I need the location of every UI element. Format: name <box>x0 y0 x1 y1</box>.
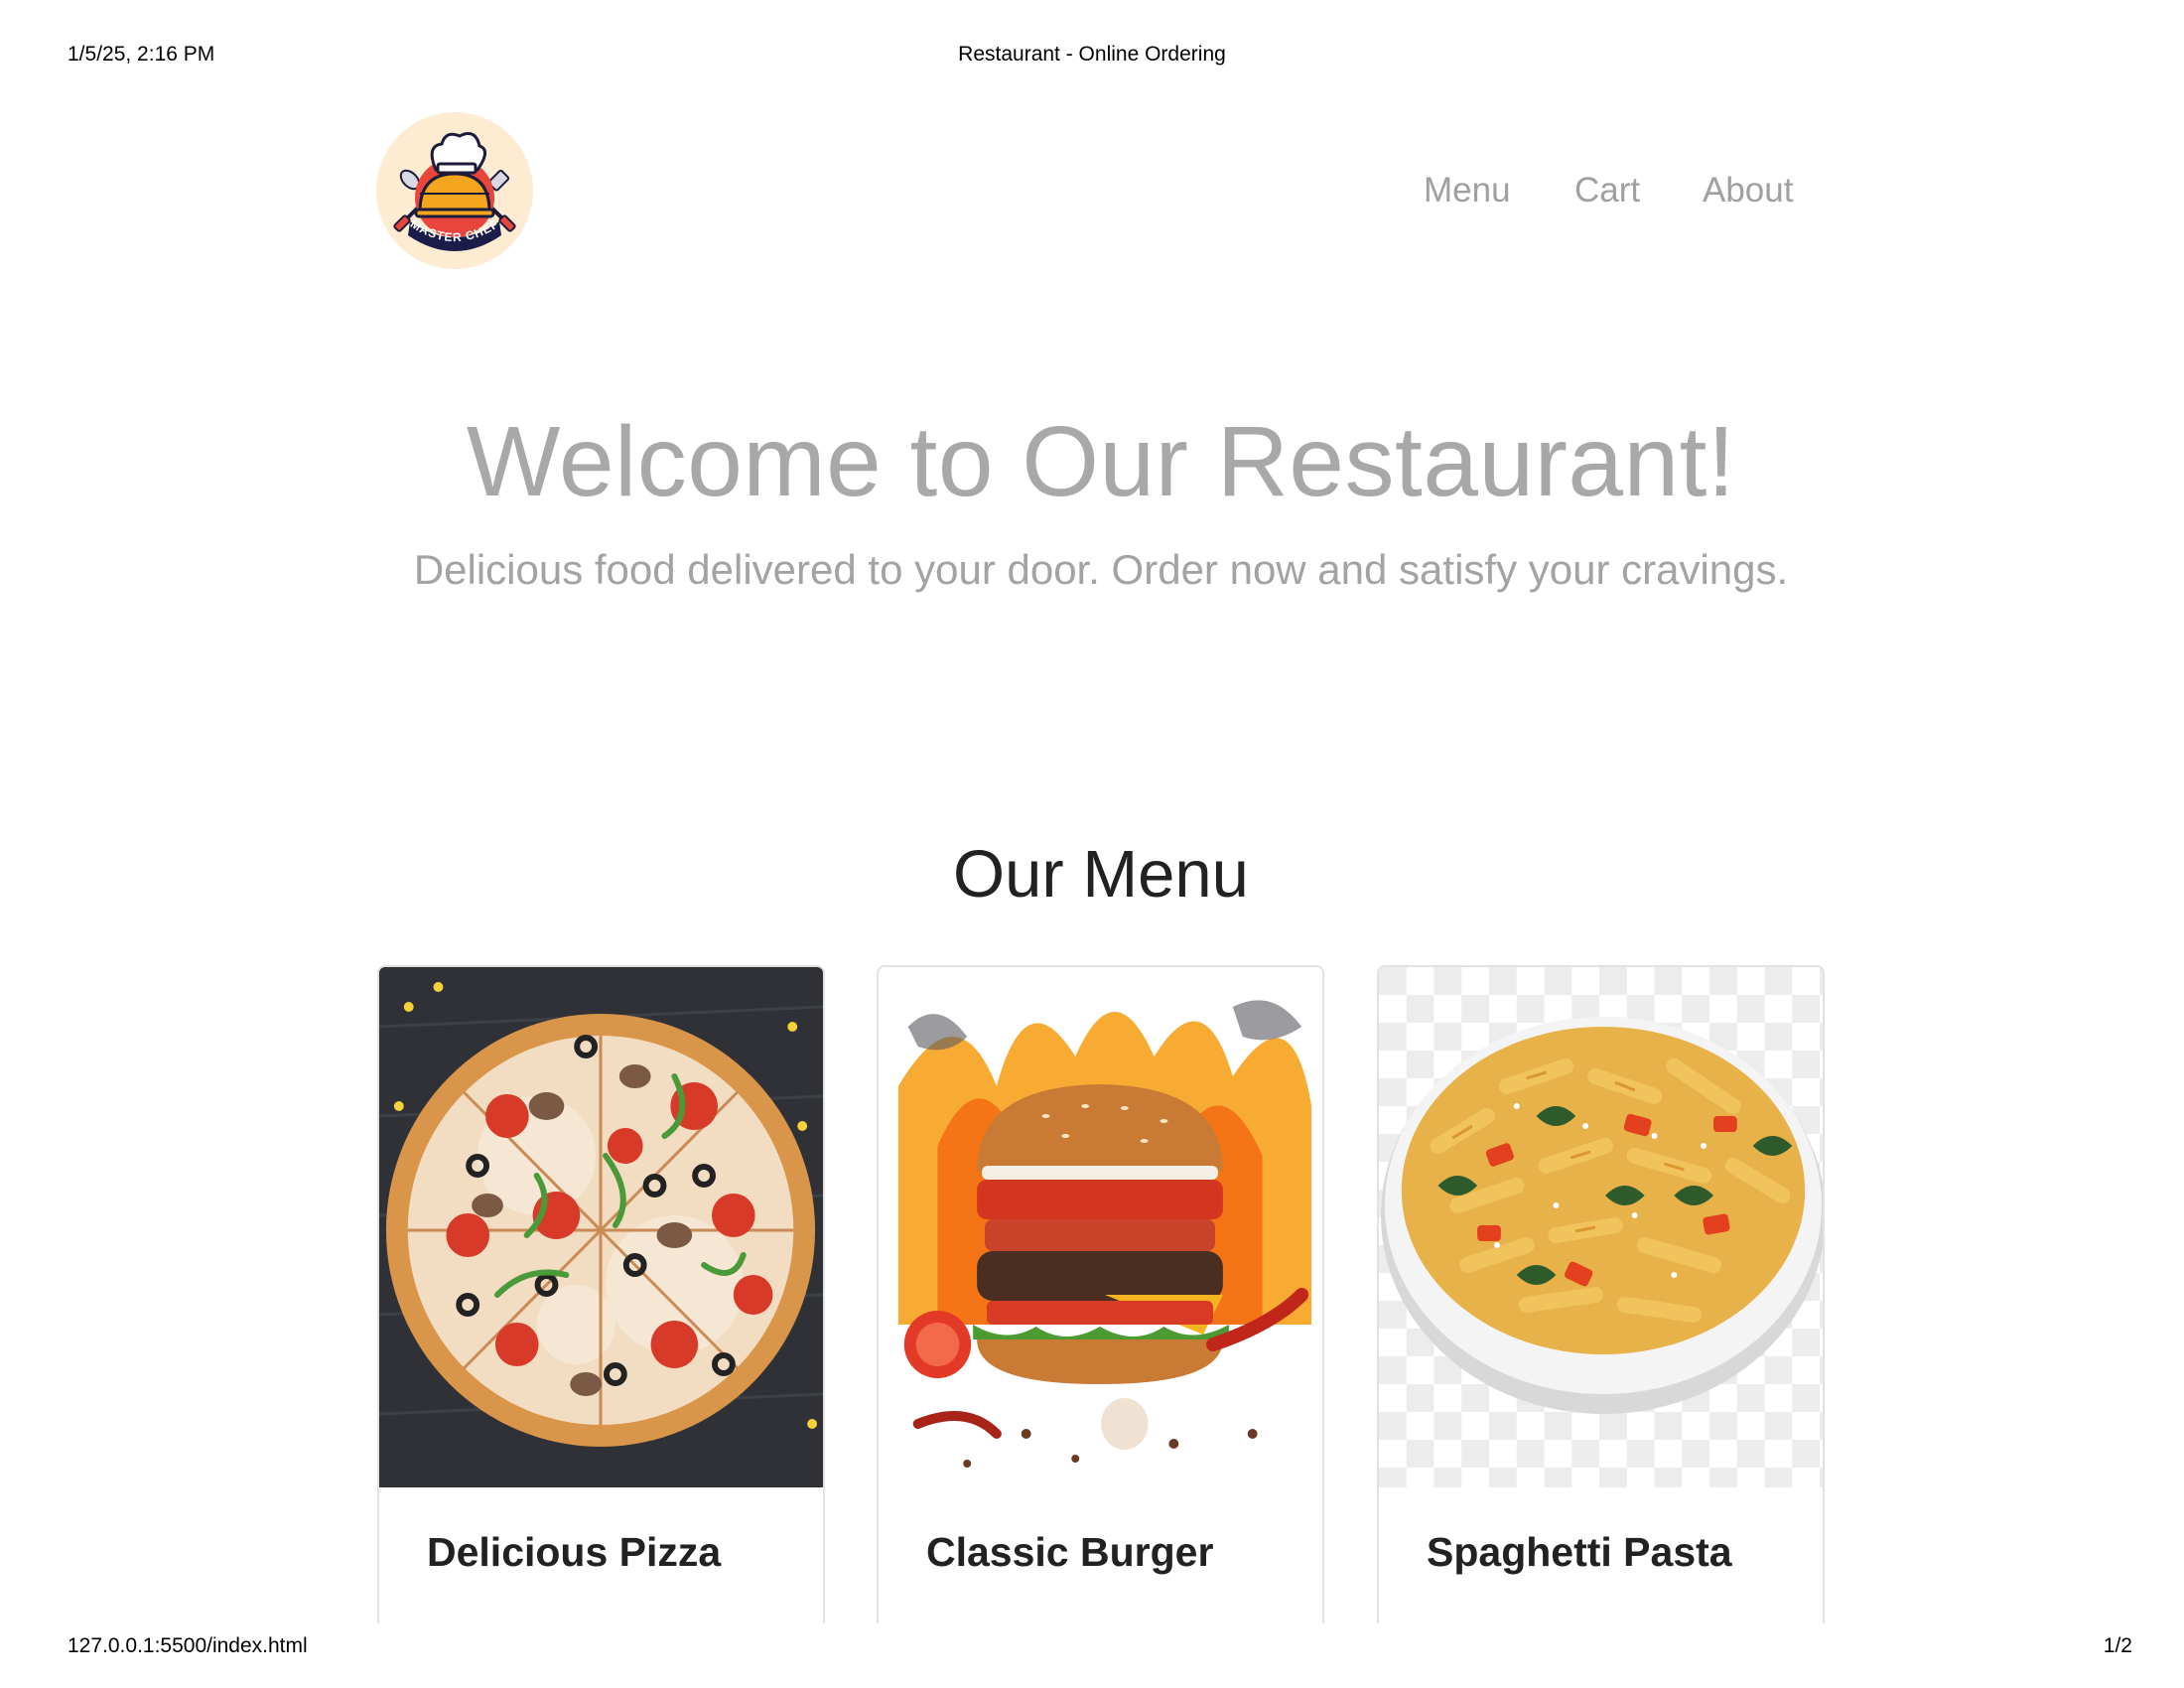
print-url: 127.0.0.1:5500/index.html <box>68 1634 308 1657</box>
print-page-number: 1/2 <box>2103 1634 2132 1657</box>
menu-item-name: Classic Burger <box>926 1529 1214 1575</box>
print-page-title: Restaurant - Online Ordering <box>958 43 1226 66</box>
menu-card-burger[interactable]: Classic Burger <box>877 965 1324 1623</box>
pizza-image <box>379 967 823 1487</box>
menu-item-name: Spaghetti Pasta <box>1427 1529 1732 1575</box>
nav-menu-link[interactable]: Menu <box>1424 171 1511 211</box>
hero-subtitle: Delicious food delivered to your door. O… <box>413 546 1789 593</box>
nav-cart-link[interactable]: Cart <box>1574 171 1640 211</box>
browser-print-page: 1/5/25, 2:16 PM Restaurant - Online Orde… <box>0 0 2184 1688</box>
page-content: MASTER CHEF Menu Cart About Welcome to O… <box>0 89 2184 1623</box>
menu-card-pasta[interactable]: Spaghetti Pasta <box>1377 965 1825 1623</box>
nav-about-link[interactable]: About <box>1703 171 1793 211</box>
restaurant-logo[interactable]: MASTER CHEF <box>376 112 533 269</box>
menu-card-pizza[interactable]: Delicious Pizza <box>377 965 825 1623</box>
chef-logo-icon: MASTER CHEF <box>393 132 516 251</box>
burger-image <box>879 967 1322 1487</box>
menu-item-name: Delicious Pizza <box>427 1529 722 1575</box>
menu-section-title: Our Menu <box>953 837 1249 912</box>
hero-title: Welcome to Our Restaurant! <box>466 406 1736 517</box>
pasta-image <box>1379 967 1823 1487</box>
